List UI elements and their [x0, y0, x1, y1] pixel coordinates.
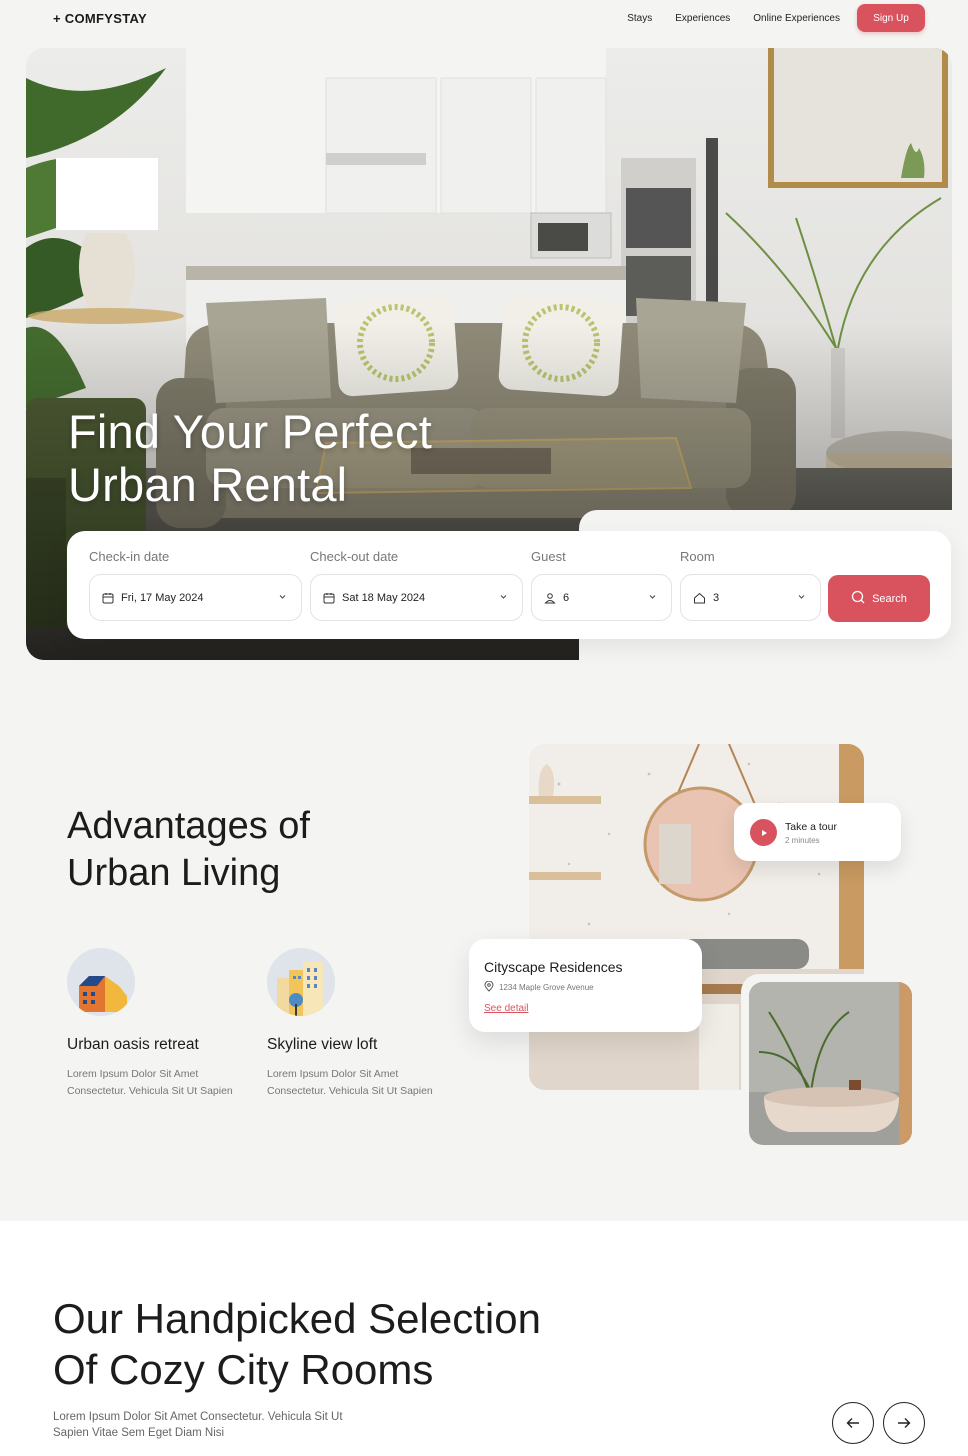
advantages-title-line-1: Advantages of [67, 805, 310, 847]
user-icon [544, 592, 556, 604]
property-card: Cityscape Residences 1234 Maple Grove Av… [469, 939, 702, 1032]
property-name: Cityscape Residences [484, 959, 623, 975]
arrow-left-icon [846, 1418, 859, 1428]
selection-description: Lorem Ipsum Dolor Sit Amet Consectetur. … [53, 1411, 343, 1439]
nav-link-online-experiences[interactable]: Online Experiences [753, 13, 840, 24]
feature-desc-line-2: Consectetur. Vehicula Sit Ut Sapien [267, 1085, 433, 1097]
chevron-down-icon [499, 592, 508, 604]
room-value: 3 [713, 591, 720, 604]
bathtub-image-frame [741, 974, 919, 1152]
calendar-icon [323, 592, 335, 604]
search-button[interactable]: Search [828, 575, 930, 622]
advantages-title: Advantages of Urban Living [67, 803, 310, 897]
selection-title-line-2: Of Cozy City Rooms [53, 1346, 434, 1393]
selection-title: Our Handpicked Selection Of Cozy City Ro… [53, 1293, 541, 1395]
previous-button[interactable] [832, 1402, 874, 1444]
feature-description: Lorem Ipsum Dolor Sit Amet Consectetur. … [67, 1066, 267, 1100]
bathtub-image [749, 982, 912, 1145]
feature-urban-oasis: Urban oasis retreat Lorem Ipsum Dolor Si… [67, 948, 267, 1100]
feature-desc-line-2: Consectetur. Vehicula Sit Ut Sapien [67, 1085, 233, 1097]
feature-name: Skyline view loft [267, 1036, 378, 1053]
feature-desc-line-1: Lorem Ipsum Dolor Sit Amet [67, 1068, 199, 1080]
search-button-label: Search [872, 592, 907, 605]
logo[interactable]: + COMFYSTAY [53, 11, 147, 26]
hero-title: Find Your Perfect Urban Rental [68, 405, 432, 511]
tour-title: Take a tour [785, 821, 837, 833]
search-icon [851, 590, 865, 607]
play-button[interactable] [750, 819, 777, 846]
booking-form: Check-in date Fri, 17 May 2024 Check-out… [67, 531, 951, 639]
home-icon [693, 592, 706, 604]
hero-title-line-2: Urban Rental [68, 458, 348, 511]
checkin-field: Check-in date Fri, 17 May 2024 [89, 549, 302, 621]
advantages-title-line-2: Urban Living [67, 852, 281, 894]
room-field: Room 3 [680, 549, 821, 621]
guest-select[interactable]: 6 [531, 574, 672, 621]
property-address: 1234 Maple Grove Avenue [484, 980, 594, 994]
checkout-select[interactable]: Sat 18 May 2024 [310, 574, 523, 621]
chevron-down-icon [797, 592, 806, 604]
take-a-tour-card[interactable]: Take a tour 2 minutes [734, 803, 901, 861]
nav-link-stays[interactable]: Stays [627, 13, 652, 24]
room-select[interactable]: 3 [680, 574, 821, 621]
guest-label: Guest [531, 549, 566, 564]
room-label: Room [680, 549, 715, 564]
checkin-label: Check-in date [89, 549, 170, 564]
location-pin-icon [484, 980, 494, 994]
nav-links: Stays Experiences Online Experiences [627, 13, 840, 24]
signup-button[interactable]: Sign Up [857, 4, 925, 32]
guest-field: Guest 6 [531, 549, 672, 621]
nav-link-experiences[interactable]: Experiences [675, 13, 730, 24]
house-icon [67, 948, 135, 1016]
navbar: + COMFYSTAY Stays Experiences Online Exp… [0, 0, 968, 38]
play-icon [761, 829, 767, 836]
hero-title-line-1: Find Your Perfect [68, 405, 432, 458]
checkin-value: Fri, 17 May 2024 [121, 591, 204, 604]
arrow-right-icon [898, 1418, 911, 1428]
checkin-select[interactable]: Fri, 17 May 2024 [89, 574, 302, 621]
see-detail-link[interactable]: See detail [484, 1003, 528, 1014]
next-button[interactable] [883, 1402, 925, 1444]
feature-skyline-loft: Skyline view loft Lorem Ipsum Dolor Sit … [267, 948, 467, 1100]
feature-description: Lorem Ipsum Dolor Sit Amet Consectetur. … [267, 1066, 467, 1100]
property-address-text: 1234 Maple Grove Avenue [499, 983, 594, 992]
checkout-label: Check-out date [310, 549, 399, 564]
guest-value: 6 [563, 591, 570, 604]
checkout-value: Sat 18 May 2024 [342, 591, 426, 604]
calendar-icon [102, 592, 114, 604]
checkout-field: Check-out date Sat 18 May 2024 [310, 549, 523, 621]
skyline-icon [267, 948, 335, 1016]
chevron-down-icon [648, 592, 657, 604]
chevron-down-icon [278, 592, 287, 604]
tour-duration: 2 minutes [785, 836, 820, 845]
selection-title-line-1: Our Handpicked Selection [53, 1295, 541, 1342]
feature-name: Urban oasis retreat [67, 1036, 199, 1053]
feature-desc-line-1: Lorem Ipsum Dolor Sit Amet [267, 1068, 399, 1080]
